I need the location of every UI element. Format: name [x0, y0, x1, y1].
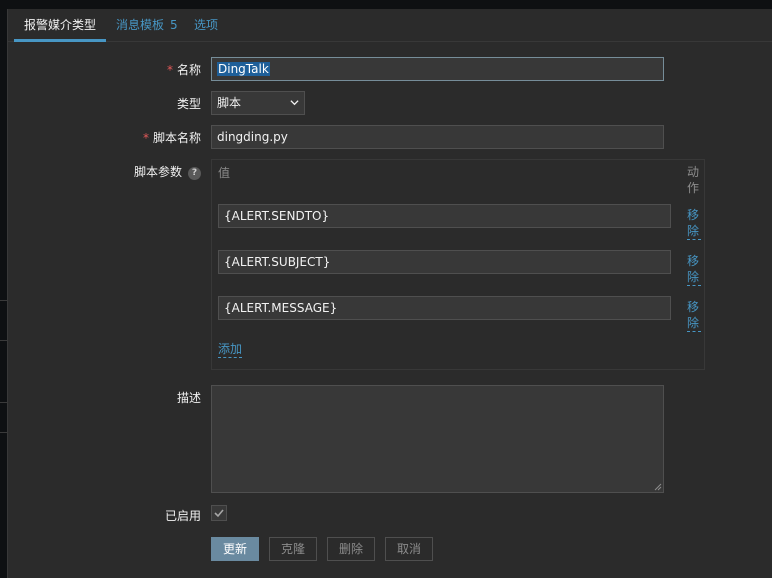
window-top-strip	[0, 0, 772, 9]
chevron-down-icon	[290, 100, 299, 106]
column-header-action: 动作	[687, 165, 700, 195]
tab-options[interactable]: 选项	[184, 9, 228, 42]
description-label-text: 描述	[176, 391, 201, 405]
script-params-label: 脚本参数?	[11, 163, 201, 180]
name-label-text: 名称	[176, 63, 201, 77]
name-input-value: DingTalk	[217, 62, 270, 76]
script-name-label-text: 脚本名称	[152, 131, 201, 145]
tab-bar: 报警媒介类型 消息模板 5 选项	[8, 9, 772, 42]
column-header-value: 值	[218, 166, 231, 180]
script-params-label-text: 脚本参数	[133, 165, 182, 179]
side-divider	[0, 432, 7, 433]
description-label: 描述	[11, 389, 201, 406]
tab-message-templates-label: 消息模板	[116, 18, 165, 32]
script-name-input-value: dingding.py	[217, 130, 288, 144]
cancel-button[interactable]: 取消	[385, 537, 433, 561]
required-marker: *	[142, 131, 149, 145]
tab-media-type-label: 报警媒介类型	[24, 18, 97, 32]
add-param-link[interactable]: 添加	[218, 342, 243, 358]
clone-button[interactable]: 克隆	[269, 537, 317, 561]
remove-param-1-link[interactable]: 移除	[687, 207, 701, 240]
enabled-label: 已启用	[11, 507, 201, 524]
tab-message-templates[interactable]: 消息模板 5	[106, 9, 188, 42]
description-textarea[interactable]	[211, 385, 664, 493]
param-input-2[interactable]: {ALERT.SUBJECT}	[218, 250, 671, 274]
side-divider	[0, 300, 7, 301]
remove-param-3-link[interactable]: 移除	[687, 299, 701, 332]
tab-media-type[interactable]: 报警媒介类型	[14, 9, 107, 42]
media-type-form-panel: 报警媒介类型 消息模板 5 选项 * 名称 DingTalk 类型 脚本 * 脚本名称…	[7, 9, 772, 578]
remove-param-2-link[interactable]: 移除	[687, 253, 701, 286]
param-input-3[interactable]: {ALERT.MESSAGE}	[218, 296, 671, 320]
name-label: * 名称	[11, 61, 201, 78]
type-label-text: 类型	[176, 97, 201, 111]
param-input-1[interactable]: {ALERT.SENDTO}	[218, 204, 671, 228]
type-select[interactable]: 脚本	[211, 91, 305, 115]
resize-grip-icon[interactable]	[654, 483, 662, 491]
script-params-table: 值 动作 {ALERT.SENDTO} 移除 {ALERT.SUBJECT} 移…	[211, 159, 705, 370]
enabled-checkbox[interactable]	[211, 505, 227, 521]
required-marker: *	[166, 63, 173, 77]
side-divider	[0, 340, 7, 341]
checkmark-icon	[214, 509, 224, 518]
name-input[interactable]: DingTalk	[211, 57, 664, 81]
tab-message-templates-count: 5	[170, 18, 178, 32]
type-label: 类型	[11, 95, 201, 112]
type-select-value: 脚本	[217, 96, 242, 110]
delete-button[interactable]: 删除	[327, 537, 375, 561]
update-button[interactable]: 更新	[211, 537, 259, 561]
enabled-label-text: 已启用	[164, 509, 201, 523]
script-name-input[interactable]: dingding.py	[211, 125, 664, 149]
side-divider	[0, 402, 7, 403]
question-mark-icon[interactable]: ?	[188, 167, 201, 180]
script-name-label: * 脚本名称	[11, 129, 201, 146]
tab-options-label: 选项	[194, 18, 219, 32]
